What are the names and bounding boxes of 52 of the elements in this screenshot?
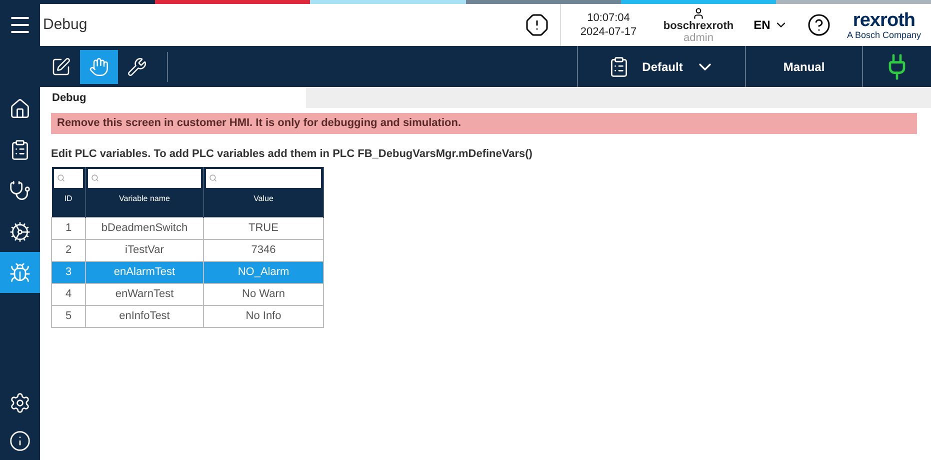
- table-cell: 7346: [204, 239, 324, 261]
- warning-banner: Remove this screen in customer HMI. It is only for debugging and simulation.: [51, 113, 917, 134]
- logo: rexroth: [852, 10, 916, 30]
- settings-icon: [9, 392, 31, 414]
- table-row[interactable]: 2 iTestVar 7346: [52, 239, 324, 261]
- table-row[interactable]: 5 enInfoTest No Info: [52, 305, 324, 327]
- mode-button[interactable]: Manual: [745, 46, 862, 87]
- time-text: 10:07:04: [587, 11, 630, 25]
- column-header: ID: [64, 192, 72, 204]
- table-cell: enWarnTest: [86, 283, 204, 305]
- logo-subtitle: A Bosch Company: [846, 30, 922, 40]
- table-cell: enInfoTest: [86, 305, 204, 327]
- tab[interactable]: Debug: [40, 88, 306, 108]
- search-icon: [209, 174, 217, 182]
- table-cell: 5: [52, 305, 86, 327]
- filter-field[interactable]: [54, 168, 83, 188]
- language-button[interactable]: EN: [741, 16, 801, 34]
- column-header: Value: [254, 192, 274, 204]
- table-cell: iTestVar: [86, 239, 204, 261]
- alarm-icon: [524, 13, 548, 37]
- table-row[interactable]: 4 enWarnTest No Warn: [52, 283, 324, 305]
- search-icon: [91, 174, 99, 182]
- user-name: boschrexroth: [663, 20, 734, 32]
- date-text: 2024-07-17: [580, 25, 637, 39]
- search-icon: [56, 174, 64, 182]
- page-title: Debug: [43, 14, 88, 35]
- table-cell: bDeadmenSwitch: [86, 217, 204, 239]
- table-cell: NO_Alarm: [204, 261, 324, 283]
- home-icon: [9, 98, 31, 120]
- table-cell: No Warn: [204, 283, 324, 305]
- stethoscope-icon: [9, 180, 31, 202]
- table-cell: 1: [52, 217, 86, 239]
- table-row[interactable]: 1 bDeadmenSwitch TRUE: [52, 217, 324, 239]
- user-icon: [692, 6, 705, 20]
- user-role: admin: [684, 32, 714, 44]
- wrench-icon: [127, 56, 147, 76]
- gear-icon: [9, 220, 31, 242]
- table-cell: No Info: [204, 305, 324, 327]
- hand-icon: [89, 56, 109, 76]
- edit-icon: [51, 56, 71, 76]
- bug-icon: [9, 262, 31, 284]
- table-cell: 4: [52, 283, 86, 305]
- table-cell: 3: [52, 261, 86, 283]
- column-header: Variable name: [119, 192, 170, 204]
- recipe-dropdown[interactable]: Default: [577, 46, 745, 87]
- clipboard-icon: [9, 138, 31, 160]
- table-cell: 2: [52, 239, 86, 261]
- help-icon: [807, 13, 831, 37]
- table-cell: TRUE: [204, 217, 324, 239]
- table-cell: enAlarmTest: [86, 261, 204, 283]
- info-icon: [9, 430, 31, 452]
- instructions-text: Edit PLC variables. To add PLC variables add them in PLC FB_DebugVarsMgr.mDefineVars(): [51, 147, 534, 162]
